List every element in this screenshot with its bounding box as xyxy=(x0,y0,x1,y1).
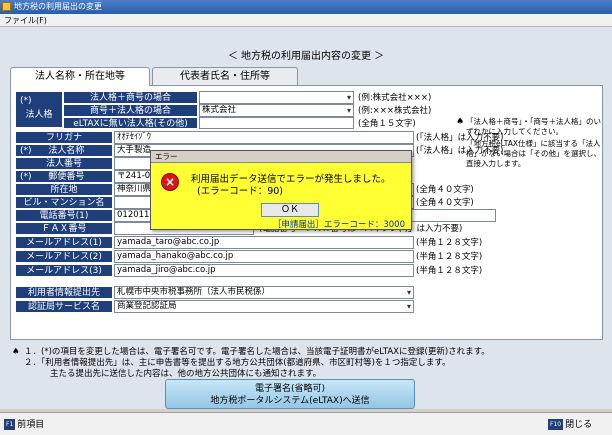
email3-label: メールアドレス(3) xyxy=(15,264,113,277)
cert-select[interactable]: 商業登記認証局 xyxy=(114,300,414,313)
f10-close-button[interactable]: F10 閉じる xyxy=(548,419,592,431)
name-label-text: 法人名称 xyxy=(48,146,85,156)
app-icon xyxy=(2,2,11,11)
provider-label: 利用者情報提出先 xyxy=(15,286,113,299)
number-label: 法人番号 xyxy=(15,157,113,170)
email3-hint: (半角１２８文字) xyxy=(416,266,483,276)
opt2-label: 商号＋法人格の場合 xyxy=(63,104,198,117)
tab-corporate-info[interactable]: 法人名称・所在地等 xyxy=(10,67,150,86)
opt2-hint: (例:×××株式会社) xyxy=(358,106,432,116)
building-hint: (全角４０文字) xyxy=(416,198,474,208)
houjinkaku-label-text: 法人格 xyxy=(25,110,53,120)
f1-prev-button[interactable]: F1 前項目 xyxy=(4,419,44,431)
furigana-input[interactable]: ｵｵﾃｾｲｿﾞｳ xyxy=(114,131,414,144)
spade-icon: ♠ xyxy=(456,117,465,127)
submit-line2: 地方税ポータルシステム(eLTAX)へ送信 xyxy=(210,396,370,406)
opt1-hint: (例:株式会社×××) xyxy=(358,93,432,103)
error-dialog-title: エラー xyxy=(151,151,411,163)
houjinkaku-label: (*) 法人格 xyxy=(15,91,63,128)
status-bar: F1 前項目 F10 閉じる xyxy=(0,412,612,435)
cert-label: 認証局サービス名 xyxy=(15,300,113,313)
houjinkaku-marker: (*) xyxy=(20,96,32,106)
error-footer-code: ［申請届出］エラーコード：3000 xyxy=(272,220,405,230)
email2-hint: (半角１２８文字) xyxy=(416,252,483,262)
email1-hint: (半角１２８文字) xyxy=(416,238,483,248)
opt1-select[interactable] xyxy=(199,91,354,104)
submit-eltax-button[interactable]: 電子署名(省略可) 地方税ポータルシステム(eLTAX)へ送信 xyxy=(165,379,415,409)
opt2-select[interactable]: 株式会社 xyxy=(199,104,354,117)
opt3-input[interactable] xyxy=(199,117,354,129)
f10-label: 閉じる xyxy=(565,420,593,430)
furigana-hint: (「法人格」は入力不要) xyxy=(416,133,504,143)
note-line2: ２．「利用者情報提出先」は、主に申告書等を提出する地方公共団体(都道府県、市区町… xyxy=(24,358,451,368)
error-x-icon: × xyxy=(161,173,179,191)
error-message-2: (エラーコード：90) xyxy=(197,186,284,197)
ok-button[interactable]: ＯＫ xyxy=(261,203,319,217)
tel-label: 電話番号(1) xyxy=(15,209,113,222)
email1-label: メールアドレス(1) xyxy=(15,236,113,249)
provider-select[interactable]: 札幌市中央市税事務所（法人市民税係） xyxy=(114,286,414,299)
opt3-label: eLTAXに無い法人格(その他) xyxy=(63,117,198,129)
error-dialog: エラー × 利用届出データ送信でエラーが発生しました。 (エラーコード：90) … xyxy=(150,150,412,230)
name-label: (*) 法人名称 xyxy=(15,144,113,157)
notes-spade-icon: ♠ xyxy=(12,347,20,357)
email2-input[interactable]: yamada_hanako@abc.co.jp xyxy=(114,250,414,263)
fax-label: ＦＡＸ番号 xyxy=(15,222,113,235)
zip-marker: (*) xyxy=(20,172,32,182)
building-label: ビル・マンション名 xyxy=(15,196,113,209)
name-marker: (*) xyxy=(20,146,32,156)
name-hint: (「法人格」は入力不要) xyxy=(416,146,504,156)
opt3-hint: (全角１５文字) xyxy=(358,119,416,129)
f1-key-badge: F1 xyxy=(4,419,16,430)
f10-key-badge: F10 xyxy=(548,419,564,430)
window-title: 地方税の利用届出の変更 xyxy=(14,2,102,11)
f1-label: 前項目 xyxy=(17,420,45,430)
zip-label-text: 郵便番号 xyxy=(48,172,85,182)
furigana-label: フリガナ xyxy=(15,131,113,144)
note-line1: １．(*)の項目を変更した場合は、電子署名可です。電子署名した場合は、当該電子証… xyxy=(24,347,490,357)
email1-input[interactable]: yamada_taro@abc.co.jp xyxy=(114,236,414,249)
page-title: ＜ 地方税の利用届出内容の変更 ＞ xyxy=(227,51,385,62)
email2-label: メールアドレス(2) xyxy=(15,250,113,263)
zip-label: (*) 郵便番号 xyxy=(15,170,113,183)
address-hint: (全角４０文字) xyxy=(416,185,474,195)
email3-input[interactable]: yamada_jiro@abc.co.jp xyxy=(114,264,414,277)
address-label: 所在地 xyxy=(15,183,113,196)
tab-representative-info[interactable]: 代表者氏名・住所等 xyxy=(152,67,298,85)
opt1-label: 法人格＋商号の場合 xyxy=(63,91,198,104)
menu-file[interactable]: ファイル(F) xyxy=(4,16,47,25)
window-titlebar: 地方税の利用届出の変更 xyxy=(0,0,612,14)
submit-line1: 電子署名(省略可) xyxy=(254,384,326,394)
menu-bar: ファイル(F) xyxy=(0,14,612,27)
